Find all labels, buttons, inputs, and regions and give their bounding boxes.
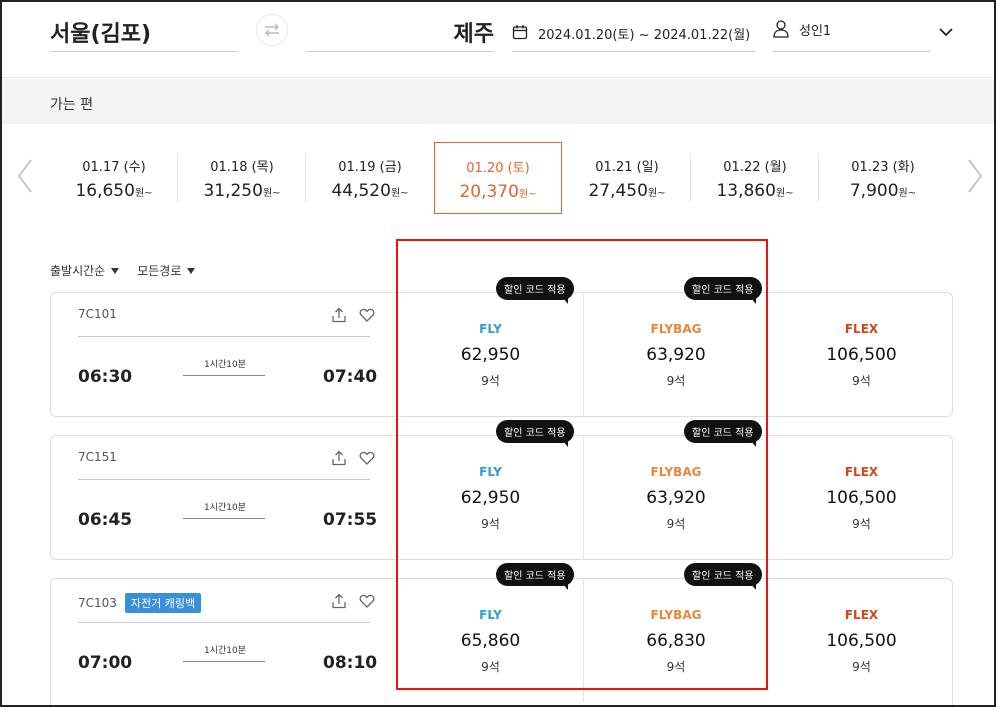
- divider: [78, 336, 370, 337]
- passenger-field[interactable]: 성인1: [773, 18, 930, 52]
- date-price: 16,650원~: [75, 181, 153, 201]
- date-label: 01.23 (화): [851, 160, 915, 175]
- fare-class: FLEX: [844, 465, 879, 479]
- fare-price: 106,500: [826, 345, 897, 365]
- date-option[interactable]: 01.17 (수) 16,650원~: [50, 142, 178, 214]
- divider: [78, 479, 370, 480]
- passenger-text: 성인1: [799, 24, 832, 39]
- chevron-left-icon[interactable]: [14, 156, 36, 196]
- destination-field[interactable]: 제주: [306, 16, 494, 52]
- date-price: 44,520원~: [331, 181, 409, 201]
- chevron-right-icon[interactable]: [964, 156, 986, 196]
- departure-time: 06:45: [78, 510, 133, 530]
- date-option[interactable]: 01.18 (목) 31,250원~: [178, 142, 306, 214]
- fare-option-flex[interactable]: FLEX 106,500 9석: [769, 293, 954, 416]
- date-label: 01.22 (월): [723, 160, 787, 175]
- date-field[interactable]: 2024.01.20(토) ~ 2024.01.22(월): [512, 18, 755, 52]
- origin-field[interactable]: 서울(김포): [50, 16, 238, 52]
- chevron-down-icon[interactable]: [936, 22, 956, 42]
- date-price: 7,900원~: [849, 181, 917, 201]
- flight-number: 7C151: [78, 450, 117, 464]
- seat-count: 9석: [852, 660, 871, 674]
- departure-time: 07:00: [78, 653, 133, 673]
- swap-button[interactable]: [256, 14, 288, 46]
- arrival-time: 08:10: [323, 653, 378, 673]
- arrival-time: 07:55: [323, 510, 378, 530]
- filter-bar: 출발시간순 모든경로: [50, 262, 196, 279]
- date-price: 13,860원~: [716, 181, 794, 201]
- section-title: 가는 편: [2, 79, 994, 124]
- route-label: 모든경로: [137, 264, 182, 278]
- sort-label: 출발시간순: [50, 264, 106, 278]
- sort-dropdown[interactable]: 출발시간순: [50, 262, 120, 279]
- departure-time: 06:30: [78, 367, 133, 387]
- highlight-box: [396, 239, 768, 690]
- date-range-text: 2024.01.20(토) ~ 2024.01.22(월): [538, 28, 751, 43]
- date-strip: 01.17 (수) 16,650원~ 01.18 (목) 31,250원~ 01…: [2, 142, 994, 216]
- date-option[interactable]: 01.23 (화) 7,900원~: [819, 142, 947, 214]
- date-option[interactable]: 01.21 (일) 27,450원~: [563, 142, 691, 214]
- flight-duration: 1시간10분: [203, 503, 247, 513]
- date-price: 20,370원~: [459, 182, 537, 202]
- calendar-icon: [512, 25, 528, 40]
- route-dropdown[interactable]: 모든경로: [137, 262, 196, 279]
- date-label: 01.21 (일): [595, 160, 659, 175]
- fare-option-flex[interactable]: FLEX 106,500 9석: [769, 579, 954, 702]
- share-icon[interactable]: [331, 450, 347, 466]
- heart-icon[interactable]: [359, 593, 375, 609]
- flight-number: 7C101: [78, 307, 117, 321]
- date-option[interactable]: 01.22 (월) 13,860원~: [691, 142, 819, 214]
- person-icon: [773, 20, 789, 38]
- date-price: 27,450원~: [588, 181, 666, 201]
- date-label: 01.20 (토): [466, 161, 530, 176]
- card-actions: [331, 593, 375, 609]
- divider: [78, 622, 370, 623]
- duration-arrow: [183, 661, 265, 662]
- flight-duration: 1시간10분: [203, 646, 247, 656]
- share-icon[interactable]: [331, 307, 347, 323]
- app-frame: 서울(김포) 제주 2024.01.20(토) ~ 2024.01.22(월) …: [0, 0, 996, 707]
- fare-price: 106,500: [826, 631, 897, 651]
- fare-price: 106,500: [826, 488, 897, 508]
- seat-count: 9석: [852, 517, 871, 531]
- flight-number: 7C103 자전거 캐링백: [78, 593, 202, 613]
- seat-count: 9석: [852, 374, 871, 388]
- heart-icon[interactable]: [359, 307, 375, 323]
- caret-down-icon: [187, 267, 196, 274]
- service-tag: 자전거 캐링백: [124, 593, 202, 613]
- arrival-time: 07:40: [323, 367, 378, 387]
- date-label: 01.18 (목): [210, 160, 274, 175]
- card-actions: [331, 307, 375, 323]
- date-price: 31,250원~: [203, 181, 281, 201]
- share-icon[interactable]: [331, 593, 347, 609]
- date-option[interactable]: 01.19 (금) 44,520원~: [306, 142, 434, 214]
- fare-class: FLEX: [844, 322, 879, 336]
- flight-duration: 1시간10분: [203, 360, 247, 370]
- date-option-selected[interactable]: 01.20 (토) 20,370원~: [434, 142, 562, 214]
- duration-arrow: [183, 518, 265, 519]
- card-actions: [331, 450, 375, 466]
- search-bar: 서울(김포) 제주 2024.01.20(토) ~ 2024.01.22(월) …: [2, 2, 994, 78]
- fare-class: FLEX: [844, 608, 879, 622]
- caret-down-icon: [111, 267, 120, 274]
- duration-arrow: [183, 375, 265, 376]
- date-label: 01.19 (금): [338, 160, 402, 175]
- heart-icon[interactable]: [359, 450, 375, 466]
- fare-option-flex[interactable]: FLEX 106,500 9석: [769, 436, 954, 559]
- date-label: 01.17 (수): [82, 160, 146, 175]
- swap-arrows-icon: [265, 23, 279, 37]
